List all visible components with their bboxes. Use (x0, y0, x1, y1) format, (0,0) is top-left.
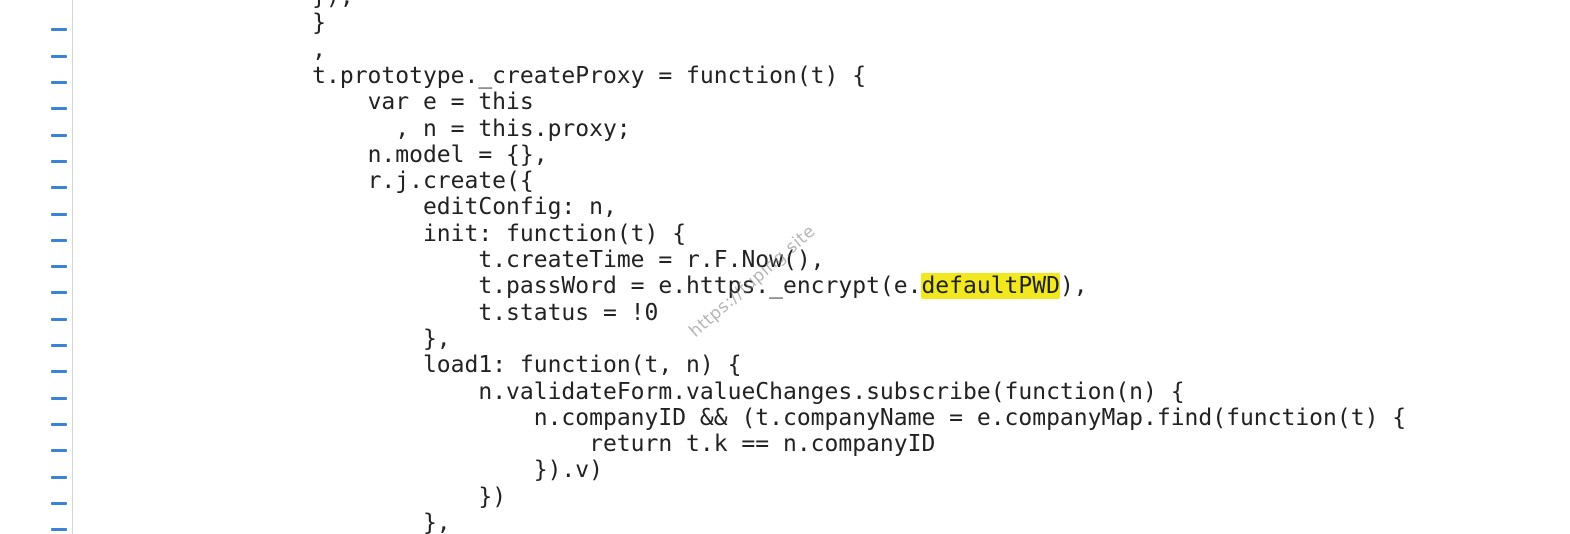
line-changed-marker-icon (51, 317, 67, 321)
line-changed-marker-icon (51, 265, 67, 269)
code-line[interactable]: r.j.create({ (146, 168, 534, 194)
code-line[interactable]: }) (146, 484, 506, 510)
search-match-highlight: defaultPWD (921, 273, 1060, 300)
code-line[interactable]: n.validateForm.valueChanges.subscribe(fu… (146, 378, 1185, 405)
code-text: ), (1059, 273, 1088, 300)
code-text: }, (422, 325, 451, 352)
line-changed-marker-icon (51, 212, 67, 216)
line-changed-marker-icon (51, 186, 67, 190)
code-text: }).v) (533, 457, 603, 484)
line-changed-marker-icon (51, 28, 67, 32)
code-text: r.j.create({ (367, 168, 534, 195)
code-line[interactable]: t.passWord = e.https._encrypt(e.defaultP… (146, 273, 1088, 300)
code-text: n.model = {}, (367, 141, 548, 168)
code-text: }); (312, 0, 354, 10)
code-text: init: function(t) { (422, 220, 687, 247)
line-changed-marker-icon (51, 501, 67, 505)
code-text: , (312, 36, 327, 63)
code-text: return t.k == n.companyID (589, 431, 936, 458)
code-line[interactable]: n.model = {}, (146, 142, 548, 168)
code-text: , n = this.proxy; (395, 115, 631, 142)
line-changed-marker-icon (51, 54, 67, 58)
line-changed-marker-icon (51, 528, 67, 532)
code-text: }, (422, 510, 451, 534)
line-changed-marker-icon (51, 422, 67, 426)
code-line[interactable]: editConfig: n, (146, 194, 617, 220)
code-line[interactable]: t.createTime = r.F.Now(), (146, 247, 824, 273)
code-line[interactable]: return t.k == n.companyID (146, 431, 935, 457)
code-line[interactable]: }, (146, 326, 451, 352)
code-text: } (312, 10, 327, 37)
line-changed-marker-icon (51, 370, 67, 374)
line-changed-marker-icon (51, 396, 67, 400)
code-line[interactable]: t.prototype._createProxy = function(t) { (146, 63, 866, 89)
line-changed-marker-icon (51, 107, 67, 111)
code-line[interactable]: init: function(t) { (146, 221, 686, 247)
code-line[interactable]: , (146, 37, 326, 63)
code-line[interactable]: n.companyID && (t.companyName = e.compan… (146, 405, 1406, 431)
line-changed-marker-icon (51, 81, 67, 85)
code-text: n.companyID && (t.companyName = e.compan… (533, 404, 1407, 431)
code-line[interactable]: t.status = !0 (146, 300, 658, 326)
code-line[interactable]: } (146, 10, 326, 36)
gutter-divider (72, 0, 73, 534)
line-changed-marker-icon (51, 291, 67, 295)
code-text: n.validateForm.valueChanges.subscribe(fu… (478, 378, 1185, 405)
code-text: load1: function(t, n) { (422, 352, 742, 379)
source-code-viewer[interactable]: }); } , t.prototype._createProxy = funct… (0, 0, 1570, 534)
line-changed-marker-icon (51, 449, 67, 453)
code-text: t.prototype._createProxy = function(t) { (312, 62, 867, 89)
code-text: t.passWord = e.https._encrypt(e. (478, 273, 922, 300)
code-line[interactable]: }, (146, 510, 451, 534)
line-changed-marker-icon (51, 133, 67, 137)
line-changed-marker-icon (51, 159, 67, 163)
code-line[interactable]: }); (146, 0, 354, 10)
code-text: t.status = !0 (478, 299, 659, 326)
line-changed-marker-icon (51, 475, 67, 479)
line-changed-marker-icon (51, 238, 67, 242)
code-text: var e = this (367, 89, 534, 116)
code-line[interactable]: var e = this (146, 89, 534, 115)
code-line[interactable]: load1: function(t, n) { (146, 352, 742, 379)
code-line[interactable]: , n = this.proxy; (146, 115, 631, 142)
code-line[interactable]: }).v) (146, 457, 603, 483)
line-changed-marker-icon (51, 344, 67, 348)
code-text: editConfig: n, (422, 194, 617, 221)
code-text: }) (478, 483, 507, 510)
